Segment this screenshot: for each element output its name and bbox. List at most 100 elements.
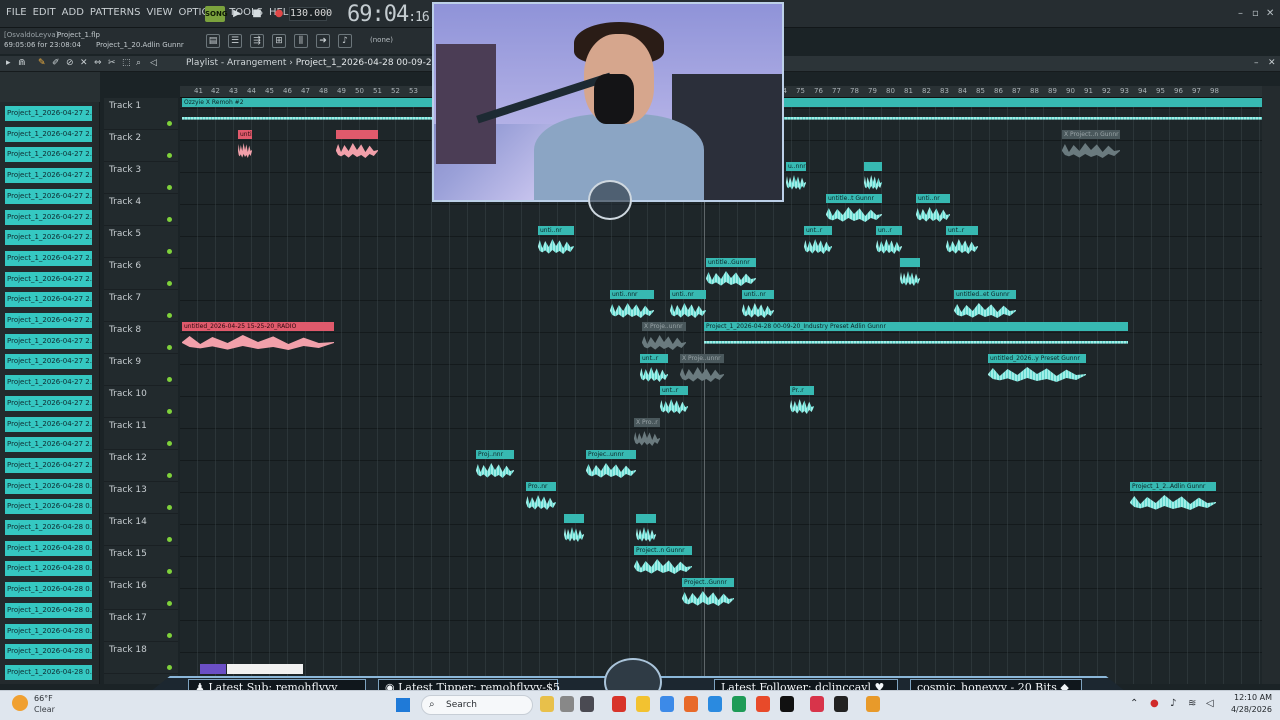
browser-icon[interactable]: ⊞: [272, 34, 286, 48]
browser-item[interactable]: Project_1_2026-04-27 2...: [5, 313, 92, 328]
app-icon-10[interactable]: [756, 696, 770, 712]
track-mute-led[interactable]: [167, 249, 172, 254]
audio-clip[interactable]: X Proje..unnr: [680, 354, 724, 386]
track-mute-led[interactable]: [167, 537, 172, 542]
playlist-minimize-icon[interactable]: –: [1254, 58, 1259, 68]
track-header[interactable]: Track 7: [104, 290, 178, 322]
browser-item[interactable]: Project_1_2026-04-28 0...: [5, 561, 92, 577]
track-mute-led[interactable]: [167, 505, 172, 510]
audio-clip[interactable]: u..nnr: [786, 162, 806, 194]
menu-add[interactable]: ADD: [62, 7, 84, 18]
track-mute-led[interactable]: [167, 665, 172, 670]
browser-item[interactable]: Project_1_2026-04-27 2...: [5, 168, 92, 184]
app-icon-9[interactable]: [732, 696, 746, 712]
browser-item[interactable]: Project_1_2026-04-28 0...: [5, 602, 92, 618]
audio-clip[interactable]: [636, 514, 656, 546]
browser-item[interactable]: Project_1_2026-04-27 2...: [5, 292, 92, 308]
playback-icon[interactable]: ◁: [150, 58, 157, 68]
track-mute-led[interactable]: [167, 569, 172, 574]
track-header[interactable]: Track 11: [104, 418, 178, 450]
audio-clip[interactable]: Project..n Gunnr: [634, 546, 692, 578]
browser-item[interactable]: Project_1_2026-04-27 2...: [5, 395, 92, 411]
weather-temp[interactable]: 66°F: [34, 694, 53, 703]
audio-clip[interactable]: unt..r: [640, 354, 668, 386]
track-header[interactable]: Track 12: [104, 450, 178, 482]
browser-item[interactable]: Project_1_2026-04-27 2...: [5, 354, 92, 370]
browser-item[interactable]: Project_1_2026-04-27 2...: [5, 230, 92, 246]
browser-item[interactable]: Project_1_2026-04-28 0...: [5, 644, 92, 660]
browser-item[interactable]: Project_1_2026-04-27 2...: [5, 106, 92, 121]
delete-icon[interactable]: ⊘: [66, 58, 74, 68]
track-mute-led[interactable]: [167, 217, 172, 222]
menu-view[interactable]: VIEW: [147, 7, 173, 18]
track-header[interactable]: Track 8: [104, 322, 178, 354]
channel-rack-icon[interactable]: ▤: [206, 34, 220, 48]
maximize-icon[interactable]: ▫: [1252, 8, 1259, 19]
browser-item[interactable]: Project_1_2026-04-28 0...: [5, 664, 92, 680]
audio-clip[interactable]: Projec..unnr: [586, 450, 636, 482]
zoom-icon[interactable]: ⌕: [136, 58, 141, 68]
browser-item[interactable]: Project_1_2026-04-27 2...: [5, 457, 92, 473]
track-header[interactable]: Track 1: [104, 98, 178, 130]
audio-clip[interactable]: Pro..nr: [526, 482, 556, 514]
track-header[interactable]: Track 9: [104, 354, 178, 386]
slip-icon[interactable]: ⇔: [94, 58, 102, 68]
app-icon-12[interactable]: [810, 696, 824, 712]
audio-clip[interactable]: X Proje..unnr: [642, 322, 686, 354]
browser-item[interactable]: Project_1_2026-04-27 2...: [5, 126, 92, 142]
audio-clip[interactable]: Pr..r: [790, 386, 814, 418]
browser-item[interactable]: Project_1_2026-04-28 0...: [5, 582, 92, 598]
audio-clip[interactable]: untitle..Gunnr: [706, 258, 756, 290]
app-icon-2[interactable]: [560, 696, 574, 712]
track-header[interactable]: Track 3: [104, 162, 178, 194]
song-mode-badge[interactable]: SONG: [205, 6, 228, 22]
audio-clip[interactable]: unti..nnr: [610, 290, 654, 322]
audio-clip[interactable]: unti..nr: [670, 290, 706, 322]
wifi-icon[interactable]: ≋: [1188, 698, 1196, 709]
audio-clip[interactable]: untitle..t Gunnr: [826, 194, 882, 226]
browser-item[interactable]: Project_1_2026-04-28 0...: [5, 499, 92, 515]
audio-clip[interactable]: untitled_2026-04-25 15-25-20_RADIO: [182, 322, 334, 354]
vertical-scrollbar[interactable]: [1262, 86, 1280, 684]
tiktok-icon[interactable]: [780, 696, 794, 712]
tray-time[interactable]: 12:10 AM: [1232, 693, 1272, 702]
arrow-icon[interactable]: ➜: [316, 34, 330, 48]
weather-moon-icon[interactable]: [12, 695, 28, 711]
minimize-icon[interactable]: –: [1238, 8, 1243, 19]
slice-icon[interactable]: ✂: [108, 58, 116, 68]
track-mute-led[interactable]: [167, 601, 172, 606]
close-icon[interactable]: ✕: [1266, 8, 1274, 19]
track-mute-led[interactable]: [167, 633, 172, 638]
track-header[interactable]: Track 15: [104, 546, 178, 578]
volume-icon[interactable]: ◁: [1206, 698, 1214, 709]
audio-clip[interactable]: [336, 130, 378, 162]
windows-start-icon[interactable]: [396, 698, 410, 712]
track-mute-led[interactable]: [167, 409, 172, 414]
pencil-icon[interactable]: ✎: [38, 58, 46, 68]
audio-clip[interactable]: unti..nr: [742, 290, 774, 322]
select-icon[interactable]: ⬚: [122, 58, 131, 68]
menu-file[interactable]: FILE: [6, 7, 27, 18]
tray-app-icon[interactable]: ●: [1150, 698, 1159, 709]
track-mute-led[interactable]: [167, 377, 172, 382]
menu-patterns[interactable]: PATTERNS: [90, 7, 141, 18]
track-header[interactable]: Track 16: [104, 578, 178, 610]
menu-edit[interactable]: EDIT: [33, 7, 56, 18]
track-header[interactable]: Track 6: [104, 258, 178, 290]
app-icon-3[interactable]: [580, 696, 594, 712]
browser-item[interactable]: Project_1_2026-04-27 2...: [5, 188, 92, 204]
tray-date[interactable]: 4/28/2026: [1224, 705, 1272, 714]
audio-clip[interactable]: unti..nr: [538, 226, 574, 258]
app-icon-8[interactable]: [708, 696, 722, 712]
browser-item[interactable]: Project_1_2026-04-27 2...: [5, 250, 92, 266]
file-explorer-icon[interactable]: [636, 696, 650, 712]
track-header[interactable]: Track 17: [104, 610, 178, 642]
magnet-icon[interactable]: ⋒: [18, 58, 26, 68]
play-icon[interactable]: ▶: [230, 7, 244, 21]
audio-clip[interactable]: untitled_2026..y Preset Gunnr: [988, 354, 1086, 386]
brush-icon[interactable]: ✐: [52, 58, 60, 68]
track-header[interactable]: Track 14: [104, 514, 178, 546]
audio-clip[interactable]: Proj..nnr: [476, 450, 514, 482]
track-mute-led[interactable]: [167, 313, 172, 318]
audio-clip[interactable]: unti..nr: [916, 194, 950, 226]
